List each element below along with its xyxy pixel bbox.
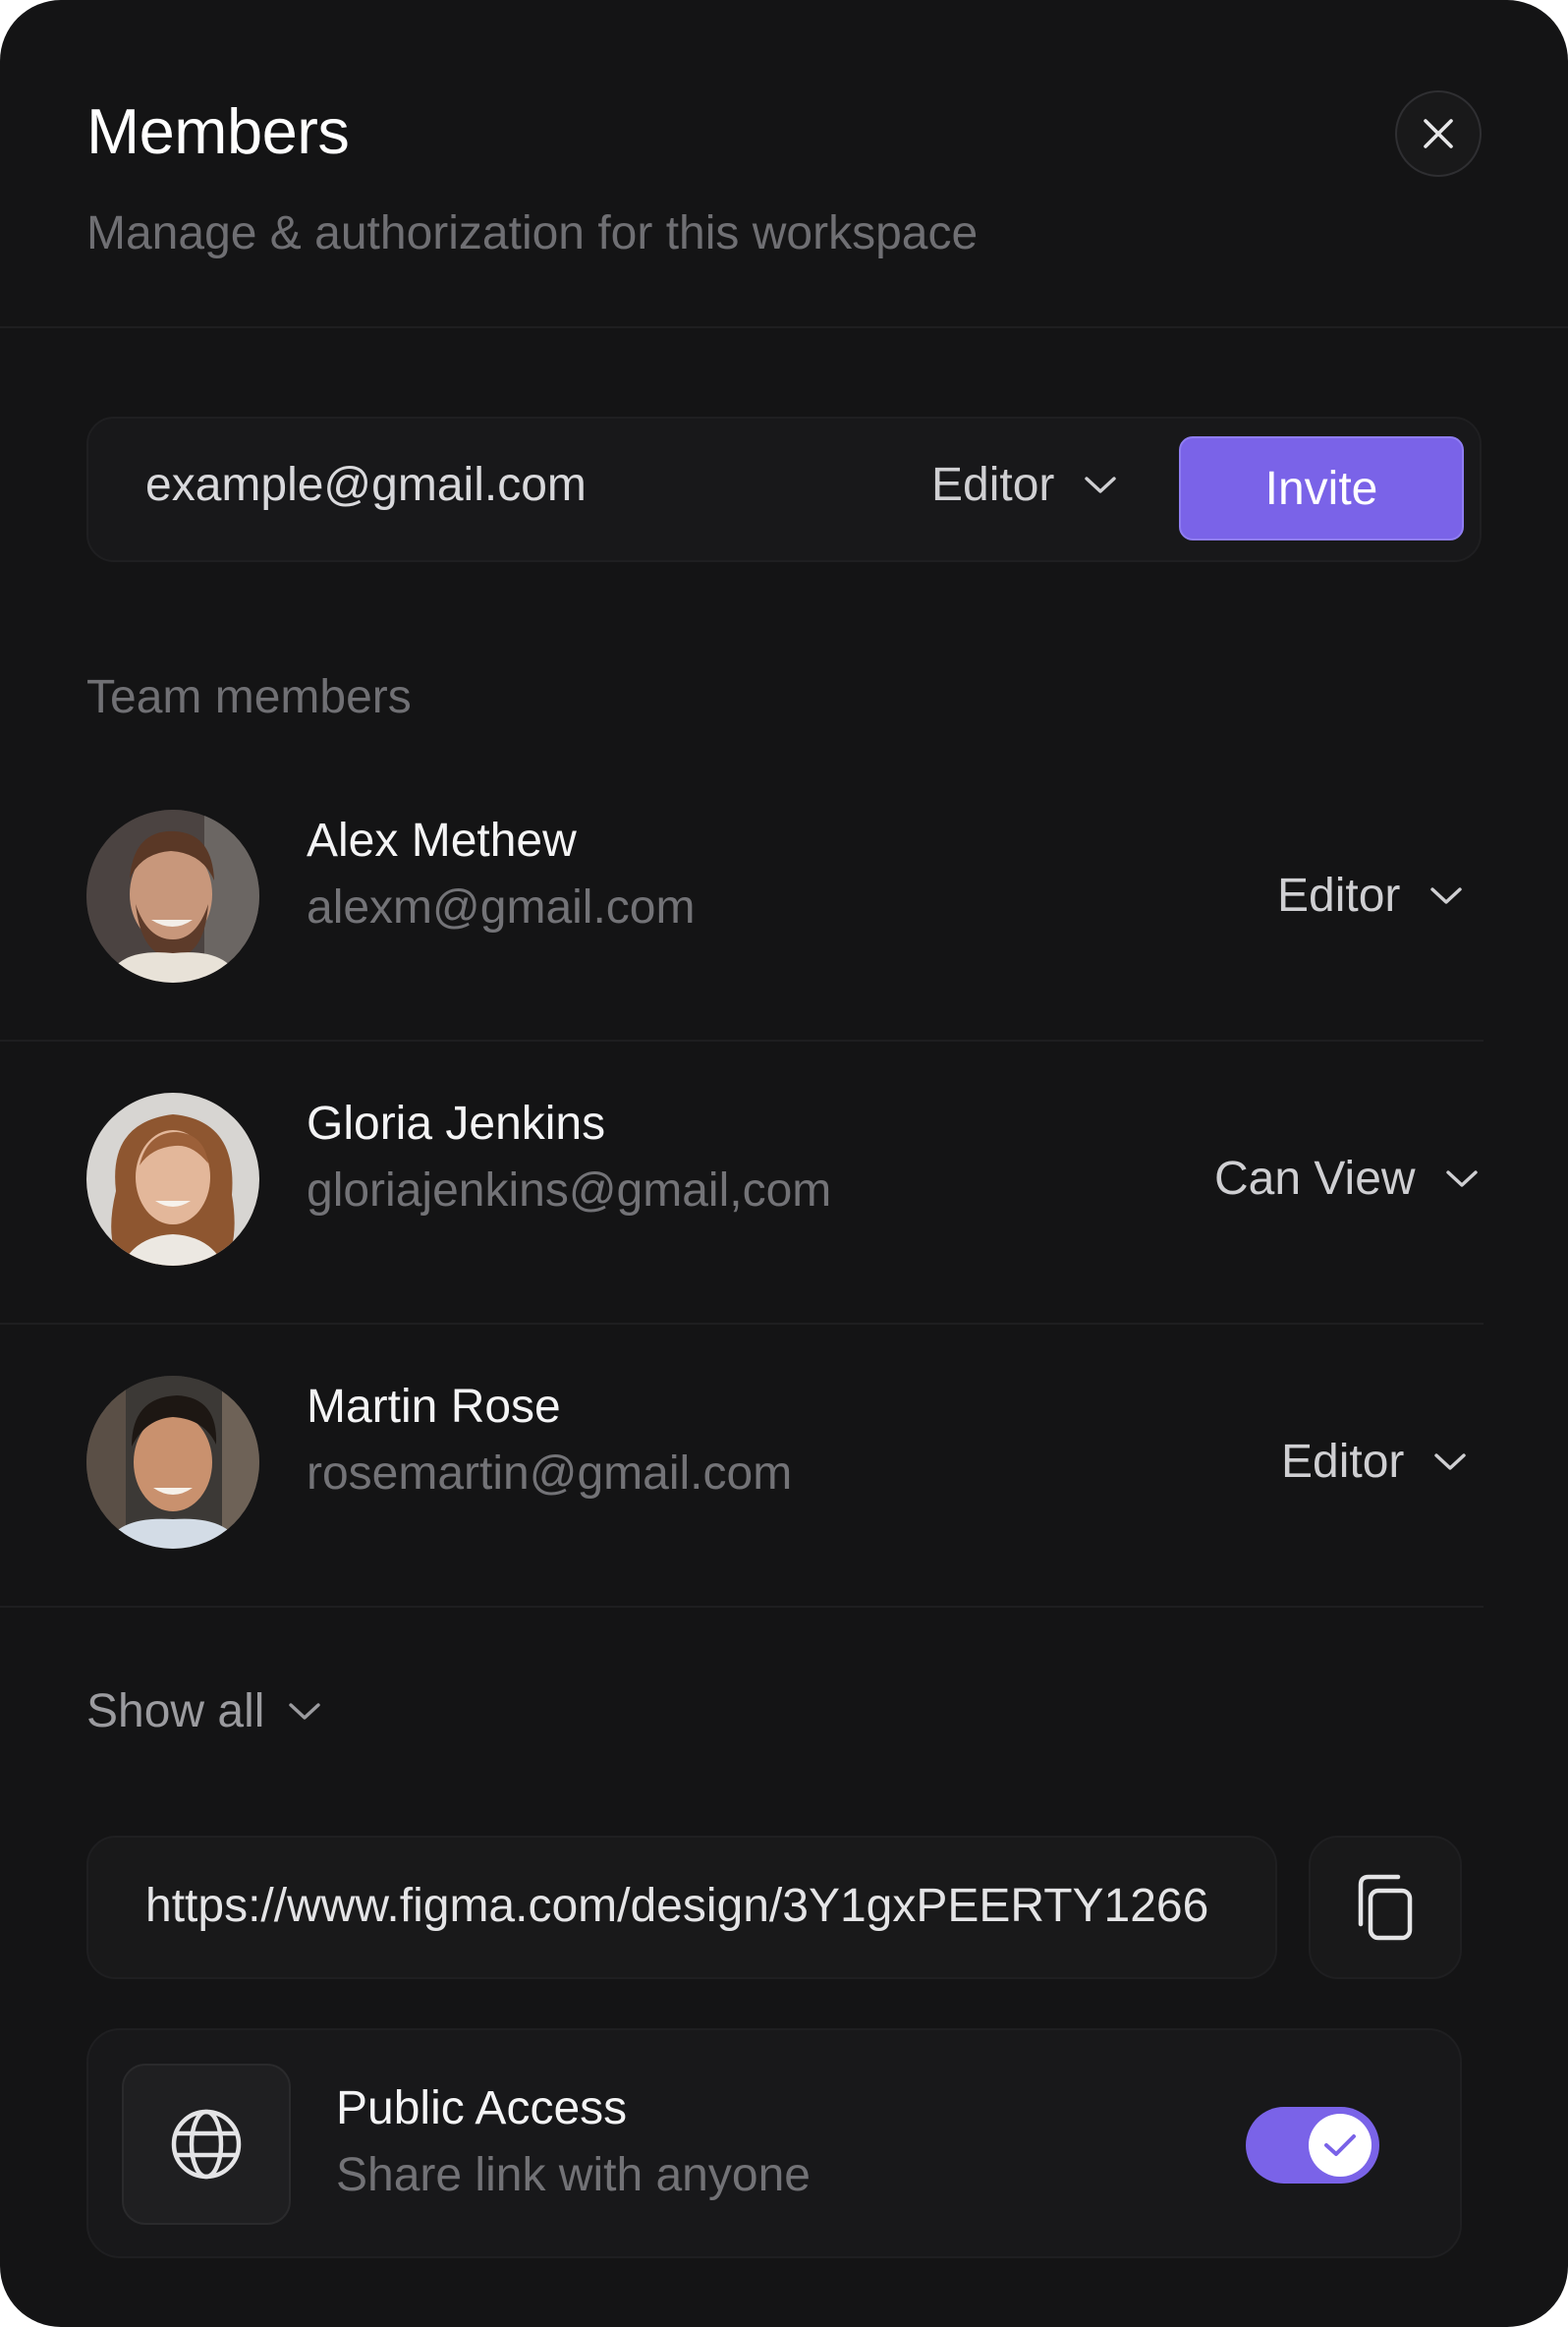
show-all-button[interactable]: Show all — [86, 1684, 321, 1738]
toggle-knob — [1309, 2114, 1372, 2177]
close-button[interactable] — [1395, 90, 1482, 177]
team-members-heading: Team members — [86, 671, 412, 723]
dialog-title: Members — [86, 95, 350, 167]
member-role-select[interactable]: Editor — [1281, 1435, 1467, 1489]
member-email: alexm@gmail.com — [307, 881, 696, 934]
check-icon — [1324, 2134, 1356, 2156]
invite-bar: example@gmail.com Editor Invite — [86, 417, 1482, 562]
public-access-title: Public Access — [336, 2082, 628, 2134]
invite-role-label: Editor — [931, 459, 1055, 511]
member-role-select[interactable]: Editor — [1277, 869, 1463, 923]
public-access-subtitle: Share link with anyone — [336, 2149, 811, 2201]
member-email: gloriajenkins@gmail,com — [307, 1164, 832, 1217]
chevron-down-icon — [289, 1702, 321, 1720]
public-access-toggle[interactable] — [1246, 2107, 1379, 2184]
globe-icon — [171, 2109, 242, 2180]
close-icon — [1424, 119, 1453, 148]
avatar — [86, 1376, 259, 1549]
member-role-label: Can View — [1214, 1153, 1416, 1205]
member-email: rosemartin@gmail.com — [307, 1447, 793, 1500]
share-link-text: https://www.figma.com/design/3Y1gxPEERTY… — [145, 1880, 1209, 1932]
dialog-subtitle: Manage & authorization for this workspac… — [86, 207, 979, 259]
copy-link-button[interactable] — [1309, 1836, 1462, 1979]
chevron-down-icon — [1430, 886, 1463, 904]
chevron-down-icon — [1085, 476, 1117, 493]
show-all-label: Show all — [86, 1685, 265, 1737]
chevron-down-icon — [1445, 1169, 1478, 1187]
invite-role-select[interactable]: Editor — [931, 458, 1117, 512]
share-link-field[interactable]: https://www.figma.com/design/3Y1gxPEERTY… — [86, 1836, 1277, 1979]
member-name: Gloria Jenkins — [307, 1098, 606, 1150]
member-role-select[interactable]: Can View — [1214, 1152, 1479, 1206]
avatar — [86, 810, 259, 983]
member-role-label: Editor — [1281, 1436, 1405, 1488]
member-name: Martin Rose — [307, 1381, 561, 1433]
invite-button[interactable]: Invite — [1179, 436, 1464, 540]
chevron-down-icon — [1434, 1452, 1467, 1470]
row-divider — [0, 1606, 1484, 1608]
header-divider — [0, 326, 1568, 328]
members-dialog: Members Manage & authorization for this … — [0, 0, 1568, 2327]
member-role-label: Editor — [1277, 870, 1401, 922]
member-row: Martin Rose rosemartin@gmail.com Editor — [0, 1319, 1484, 1600]
member-row: Gloria Jenkins gloriajenkins@gmail,com C… — [0, 1036, 1484, 1317]
member-row: Alex Methew alexm@gmail.com Editor — [0, 753, 1484, 1034]
avatar — [86, 1093, 259, 1266]
globe-icon-box — [122, 2064, 291, 2225]
invite-email-input[interactable]: example@gmail.com — [145, 458, 587, 512]
public-access-card: Public Access Share link with anyone — [86, 2028, 1462, 2258]
member-name: Alex Methew — [307, 815, 577, 867]
copy-icon — [1358, 1874, 1413, 1941]
